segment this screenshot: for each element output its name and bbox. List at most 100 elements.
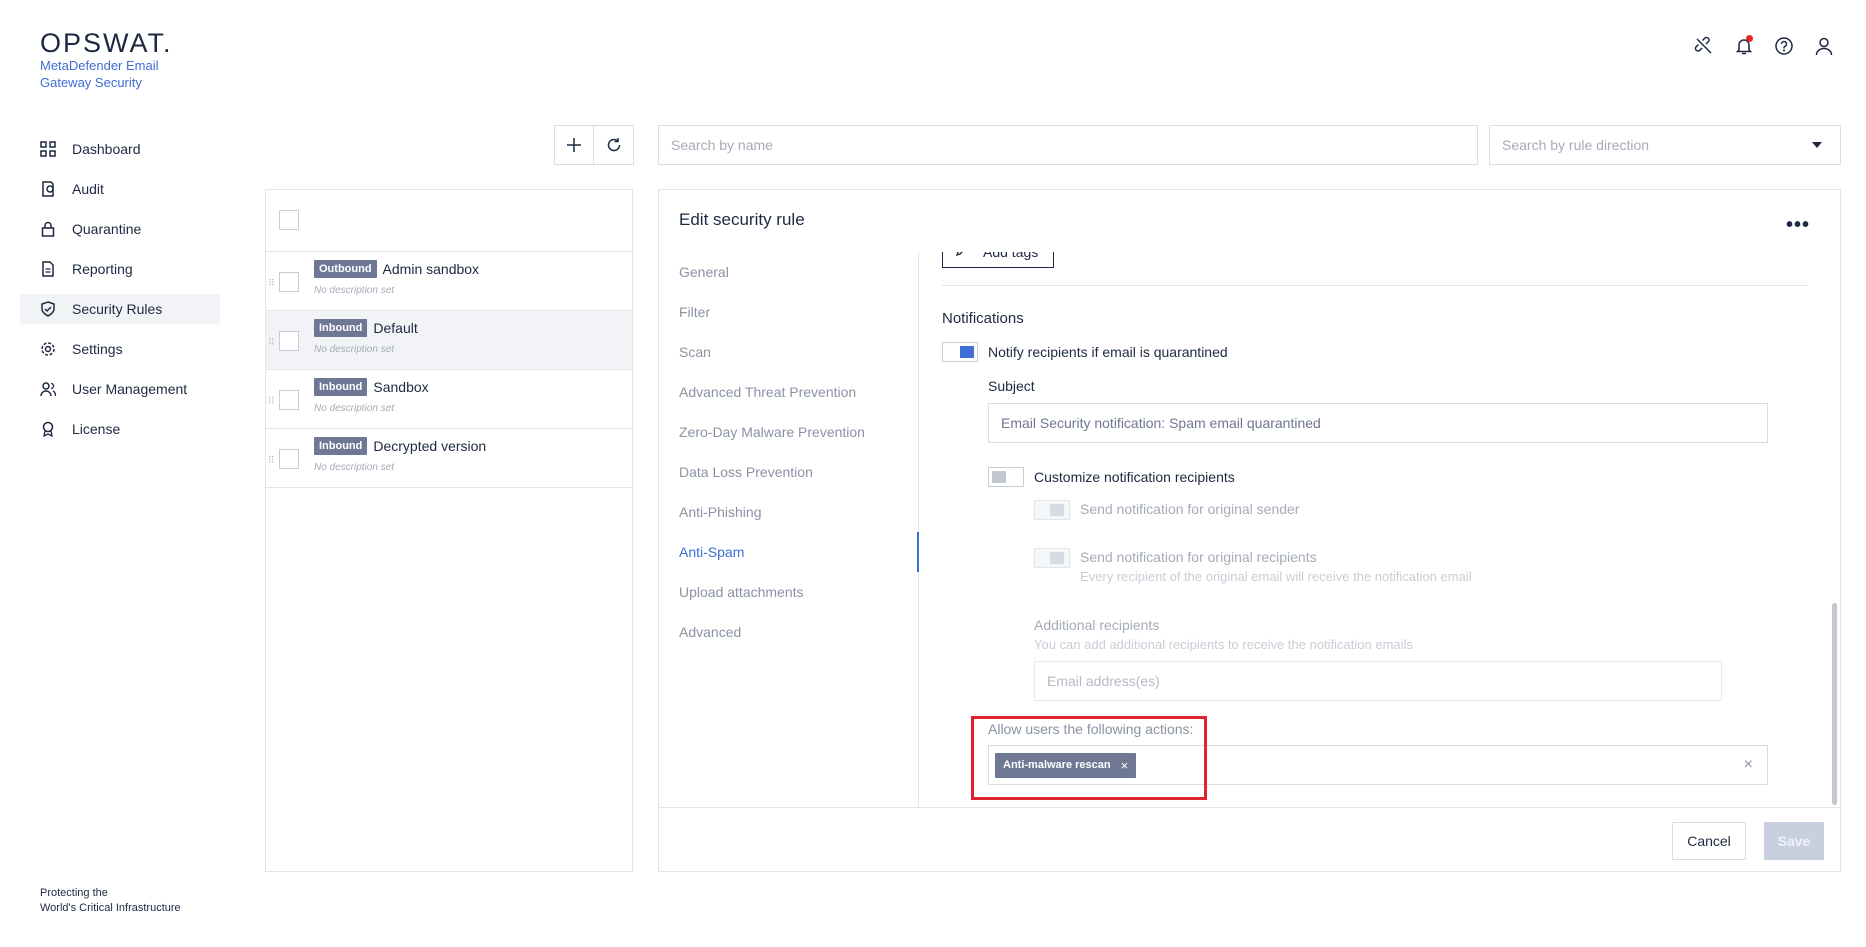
refresh-icon xyxy=(607,138,620,152)
direction-badge: Outbound xyxy=(314,260,377,278)
notify-recipients-toggle[interactable] xyxy=(942,342,978,362)
cancel-button[interactable]: Cancel xyxy=(1672,822,1746,860)
tab-general[interactable]: General xyxy=(659,252,918,292)
notify-recipients-label: Notify recipients if email is quarantine… xyxy=(988,344,1228,360)
drag-handle-icon[interactable]: ⠿ xyxy=(268,396,275,407)
remove-chip-icon[interactable]: × xyxy=(1121,758,1129,773)
tab-advanced[interactable]: Advanced xyxy=(659,612,918,652)
user-icon[interactable] xyxy=(1814,36,1834,56)
rule-direction-placeholder: Search by rule direction xyxy=(1502,137,1650,153)
tab-filter[interactable]: Filter xyxy=(659,292,918,332)
edit-panel-footer: Cancel Save xyxy=(659,807,1840,871)
tab-advanced-threat-prevention[interactable]: Advanced Threat Prevention xyxy=(659,372,918,412)
rule-row[interactable]: ⠿ Inbound Default No description set xyxy=(266,311,632,370)
tab-data-loss-prevention[interactable]: Data Loss Prevention xyxy=(659,452,918,492)
allow-actions-label: Allow users the following actions: xyxy=(988,721,1194,737)
sidebar-item-quarantine[interactable]: Quarantine xyxy=(20,214,220,244)
rule-description: No description set xyxy=(314,403,395,414)
unlink-icon[interactable] xyxy=(1694,36,1714,56)
edit-rule-panel: Edit security rule ••• General Filter Sc… xyxy=(658,189,1841,872)
original-recipients-hint: Every recipient of the original email wi… xyxy=(1080,569,1472,584)
drag-handle-icon[interactable]: ⠿ xyxy=(268,278,275,289)
refresh-button[interactable] xyxy=(594,125,634,165)
rule-checkbox[interactable] xyxy=(279,331,299,351)
gear-icon xyxy=(41,342,55,356)
add-rule-button[interactable] xyxy=(554,125,594,165)
add-tags-button[interactable]: Add tags xyxy=(942,252,1054,268)
plus-icon xyxy=(567,138,581,152)
rule-checkbox[interactable] xyxy=(279,390,299,410)
anti-spam-content: Add tags Notifications Notify recipients… xyxy=(920,252,1826,807)
sidebar-item-settings[interactable]: Settings xyxy=(20,334,220,364)
original-recipients-label: Send notification for original recipient… xyxy=(1080,549,1317,565)
sidebar-item-dashboard[interactable]: Dashboard xyxy=(20,134,220,164)
allowed-actions-select[interactable]: Anti-malware rescan × × xyxy=(988,745,1768,785)
sidebar-item-reporting[interactable]: Reporting xyxy=(20,254,220,284)
tagline: Protecting the World's Critical Infrastr… xyxy=(40,886,181,916)
rule-description: No description set xyxy=(314,285,395,296)
sidebar-item-label: Security Rules xyxy=(72,301,163,317)
subject-label: Subject xyxy=(988,378,1035,394)
help-icon[interactable] xyxy=(1774,36,1794,56)
shield-check-icon xyxy=(41,301,55,317)
rule-direction-select[interactable]: Search by rule direction xyxy=(1489,125,1841,165)
sidebar-item-security-rules[interactable]: Security Rules xyxy=(20,294,220,324)
save-button[interactable]: Save xyxy=(1764,822,1824,860)
top-toolbar xyxy=(1694,35,1834,56)
original-sender-toggle[interactable] xyxy=(1034,500,1070,520)
additional-recipients-hint: You can add additional recipients to rec… xyxy=(1034,637,1413,652)
tab-upload-attachments[interactable]: Upload attachments xyxy=(659,572,918,612)
pencil-icon xyxy=(955,252,963,257)
drag-handle-icon[interactable]: ⠿ xyxy=(268,337,275,348)
more-options-icon[interactable]: ••• xyxy=(1786,214,1810,237)
sidebar-nav: Dashboard Audit Quarantine Reporting Sec… xyxy=(20,134,220,454)
rule-title: Inbound Decrypted version xyxy=(314,437,486,455)
sidebar-item-audit[interactable]: Audit xyxy=(20,174,220,204)
original-recipients-toggle[interactable] xyxy=(1034,548,1070,568)
opswat-logo: OPSWAT. xyxy=(40,28,173,58)
rule-title: Inbound Default xyxy=(314,319,418,337)
audit-icon xyxy=(42,181,54,197)
drag-handle-icon[interactable]: ⠿ xyxy=(268,455,275,466)
rule-checkbox[interactable] xyxy=(279,272,299,292)
rule-name: Sandbox xyxy=(373,379,429,395)
additional-recipients-label: Additional recipients xyxy=(1034,617,1160,633)
rule-title: Outbound Admin sandbox xyxy=(314,260,479,278)
notifications-title: Notifications xyxy=(942,310,1024,327)
rule-row[interactable]: ⠿ Inbound Sandbox No description set xyxy=(266,370,632,429)
bell-icon[interactable] xyxy=(1734,35,1754,56)
tab-anti-spam[interactable]: Anti-Spam xyxy=(659,532,919,572)
tab-scan[interactable]: Scan xyxy=(659,332,918,372)
select-all-checkbox[interactable] xyxy=(279,210,299,230)
app-root: OPSWAT. MetaDefender Email Gateway Secur… xyxy=(0,0,1866,947)
sidebar-item-license[interactable]: License xyxy=(20,414,220,444)
section-divider xyxy=(942,285,1807,286)
direction-badge: Inbound xyxy=(314,378,368,396)
rule-checkbox[interactable] xyxy=(279,449,299,469)
sidebar-item-user-management[interactable]: User Management xyxy=(20,374,220,404)
search-by-name-input[interactable] xyxy=(658,125,1478,165)
rule-list-actions xyxy=(554,125,634,165)
sidebar-item-label: User Management xyxy=(72,381,188,397)
clear-selection-icon[interactable]: × xyxy=(1744,756,1753,774)
tab-anti-phishing[interactable]: Anti-Phishing xyxy=(659,492,918,532)
email-addresses-field[interactable]: Email address(es) xyxy=(1034,661,1722,701)
customize-recipients-toggle[interactable] xyxy=(988,467,1024,487)
rule-list: ⠿ Outbound Admin sandbox No description … xyxy=(265,189,633,872)
tagline-line-1: Protecting the xyxy=(40,887,108,899)
rule-name: Admin sandbox xyxy=(382,261,480,277)
rule-name: Default xyxy=(373,320,418,336)
product-name: MetaDefender Email Gateway Security xyxy=(40,58,159,90)
scrollbar-thumb[interactable] xyxy=(1832,603,1837,805)
rule-title: Inbound Sandbox xyxy=(314,378,429,396)
rule-row[interactable]: ⠿ Inbound Decrypted version No descripti… xyxy=(266,429,632,488)
rule-row[interactable]: ⠿ Outbound Admin sandbox No description … xyxy=(266,252,632,311)
rule-description: No description set xyxy=(314,462,395,473)
direction-badge: Inbound xyxy=(314,437,368,455)
allowed-action-chip[interactable]: Anti-malware rescan × xyxy=(995,752,1137,778)
subject-field[interactable]: Email Security notification: Spam email … xyxy=(988,403,1768,443)
sidebar-item-label: Audit xyxy=(72,181,104,197)
rule-name: Decrypted version xyxy=(373,438,487,454)
tab-zero-day-malware-prevention[interactable]: Zero-Day Malware Prevention xyxy=(659,412,918,452)
users-icon xyxy=(40,382,56,397)
